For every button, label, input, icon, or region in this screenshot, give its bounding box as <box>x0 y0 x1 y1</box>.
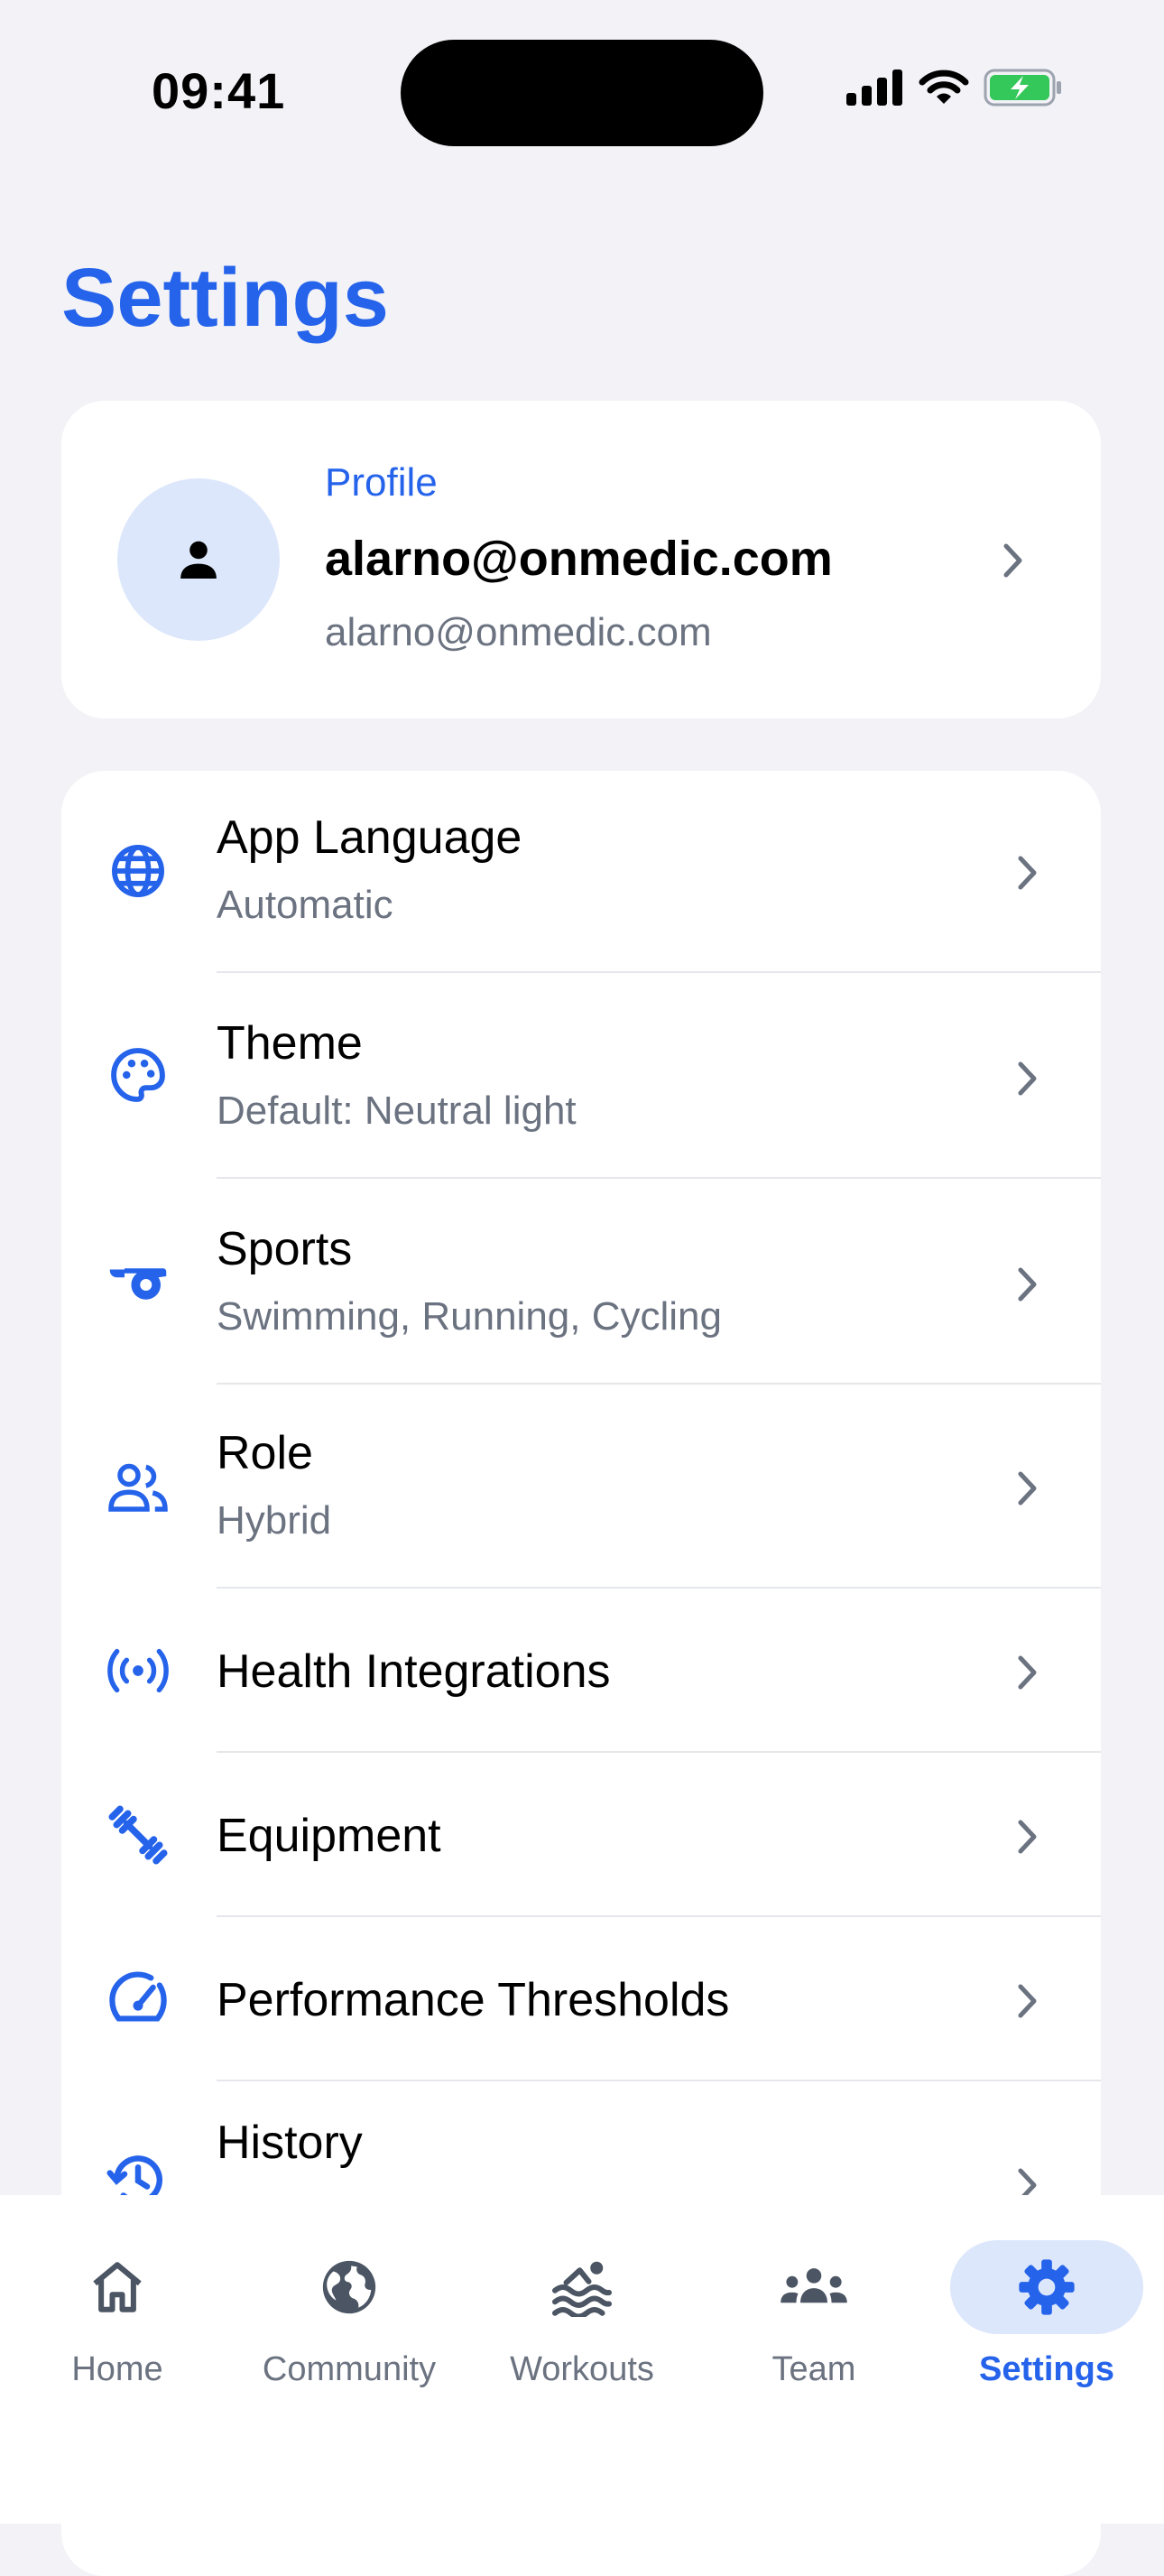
tab-workouts[interactable]: Workouts <box>474 2240 690 2421</box>
chevron-right-icon <box>1018 1061 1037 1096</box>
sensors-icon <box>106 1639 170 1702</box>
settings-row-role[interactable]: Role Hybrid <box>61 1385 1101 1589</box>
status-time: 09:41 <box>152 62 286 119</box>
tab-label: Team <box>771 2350 856 2388</box>
people-icon <box>106 1455 170 1518</box>
settings-row-app-language[interactable]: App Language Automatic <box>61 771 1101 973</box>
settings-row-theme[interactable]: Theme Default: Neutral light <box>61 973 1101 1179</box>
chevron-right-icon <box>1018 856 1037 890</box>
row-title: Health Integrations <box>217 1645 611 1698</box>
dynamic-island <box>401 40 763 146</box>
chevron-right-icon <box>1003 543 1022 578</box>
tab-home[interactable]: Home <box>9 2240 226 2421</box>
row-title: Sports <box>217 1223 353 1275</box>
tab-settings[interactable]: Settings <box>938 2240 1155 2421</box>
row-title: Theme <box>217 1017 363 1070</box>
tab-icon-container <box>21 2240 214 2334</box>
row-subtitle: Swimming, Running, Cycling <box>217 1294 722 1339</box>
row-title: Performance Thresholds <box>217 1974 730 2026</box>
profile-card[interactable]: Profile alarno@onmedic.com alarno@onmedi… <box>61 401 1101 718</box>
chevron-right-icon <box>1018 1820 1037 1854</box>
row-subtitle: Default: Neutral light <box>217 1089 577 1133</box>
battery-charging-icon <box>984 69 1061 107</box>
chevron-right-icon <box>1018 1471 1037 1506</box>
row-subtitle: Automatic <box>217 883 393 927</box>
settings-row-performance-thresholds[interactable]: Performance Thresholds <box>61 1917 1101 2081</box>
profile-kicker: Profile <box>325 460 438 505</box>
home-icon <box>93 2262 142 2312</box>
status-bar: 09:41 <box>0 0 1164 190</box>
palette-icon <box>106 1043 170 1107</box>
tab-community[interactable]: Community <box>241 2240 457 2421</box>
row-title: History <box>217 2117 363 2169</box>
tab-icon-container <box>485 2240 679 2334</box>
person-icon <box>180 541 217 579</box>
row-title: Role <box>217 1427 313 1479</box>
status-icons <box>846 69 1063 107</box>
settings-row-sports[interactable]: Sports Swimming, Running, Cycling <box>61 1179 1101 1385</box>
row-title: App Language <box>217 811 522 864</box>
speedometer-icon <box>106 1968 170 2031</box>
gear-icon <box>1019 2259 1075 2315</box>
avatar <box>117 478 280 641</box>
page-title: Settings <box>61 252 389 344</box>
tab-bar: Home Community Workouts Team Settings <box>0 2195 1164 2524</box>
signal-icon <box>846 69 902 106</box>
row-title: Equipment <box>217 1810 441 1862</box>
groups-icon <box>781 2268 847 2303</box>
profile-email: alarno@onmedic.com <box>325 610 712 654</box>
tab-icon-container <box>950 2240 1143 2334</box>
chevron-right-icon <box>1018 1655 1037 1690</box>
tab-label: Home <box>71 2350 163 2388</box>
wifi-icon <box>919 69 969 104</box>
tab-team[interactable]: Team <box>706 2240 922 2421</box>
settings-row-equipment[interactable]: Equipment <box>61 1753 1101 1917</box>
tab-icon-container <box>717 2240 910 2334</box>
chevron-right-icon <box>1018 1984 1037 2018</box>
tab-label: Workouts <box>510 2350 654 2388</box>
chevron-right-icon <box>1018 1267 1037 1302</box>
profile-name: alarno@onmedic.com <box>325 532 833 586</box>
globe-icon <box>106 839 170 903</box>
swim-icon <box>552 2261 612 2317</box>
tab-label: Community <box>262 2350 437 2388</box>
globe-icon <box>322 2260 376 2314</box>
row-subtitle: Hybrid <box>217 1498 332 1543</box>
settings-row-health-integrations[interactable]: Health Integrations <box>61 1589 1101 1753</box>
fitness-icon <box>106 1803 170 1867</box>
tab-label: Settings <box>979 2350 1114 2388</box>
tab-icon-container <box>253 2240 446 2334</box>
whistle-icon <box>106 1249 170 1312</box>
